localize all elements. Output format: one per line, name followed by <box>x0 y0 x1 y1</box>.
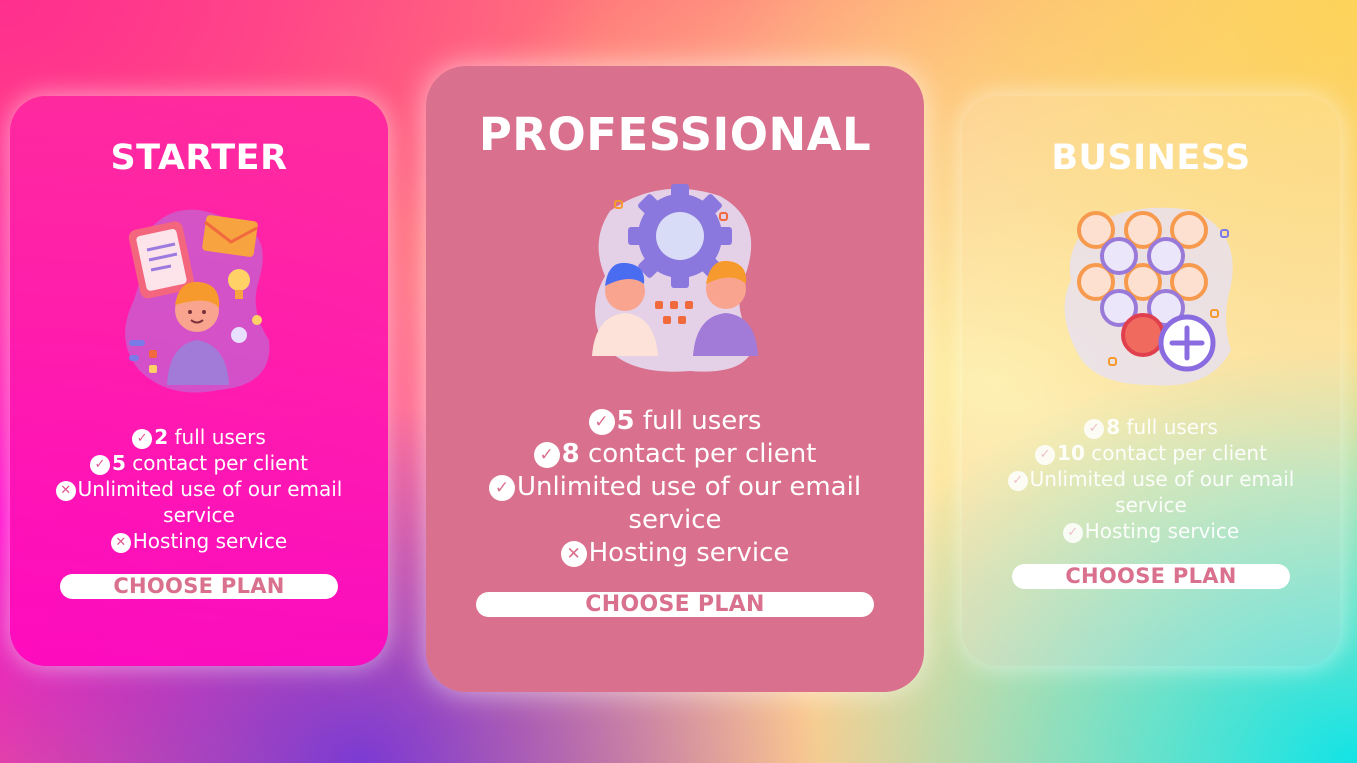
check-icon: ✓ <box>1084 419 1105 439</box>
feature-item: ✓ 2 full users <box>49 424 349 450</box>
feature-list: ✓ 8 full users ✓ 10 contact per client ✓ Un… <box>1001 414 1301 544</box>
check-icon: ✓ <box>1035 445 1056 465</box>
feature-item: ✓ Unlimited use of our email service <box>485 471 865 537</box>
cross-icon: ✕ <box>55 481 76 501</box>
feature-item: ✓ Hosting service <box>1001 518 1301 544</box>
plan-card-business: BUSINESS ✓ 8 full users ✓ 10 contact per c… <box>962 96 1340 666</box>
feature-list: ✓ 5 full users ✓ 8 contact per client ✓ Unl… <box>485 405 865 570</box>
feature-item: ✓ 8 full users <box>1001 414 1301 440</box>
user-network-add-illustration <box>1064 207 1233 386</box>
choose-plan-button[interactable]: CHOOSE PLAN <box>60 574 338 599</box>
plan-card-professional: PROFESSIONAL ✓ 5 full users ✓ 8 contact … <box>426 66 924 692</box>
plan-card-starter: STARTER ✓ 2 full users ✓ 5 contact per cli… <box>10 96 388 666</box>
feature-item: ✕ Unlimited use of our email service <box>49 476 349 528</box>
plan-title: BUSINESS <box>1051 138 1251 178</box>
plan-title: STARTER <box>110 138 288 178</box>
check-icon: ✓ <box>132 429 153 449</box>
feature-item: ✕ Hosting service <box>485 537 865 570</box>
check-icon: ✓ <box>1007 471 1028 491</box>
feature-list: ✓ 2 full users ✓ 5 contact per client ✕ Unl… <box>49 424 349 554</box>
feature-item: ✓ 8 contact per client <box>485 438 865 471</box>
choose-plan-button[interactable]: CHOOSE PLAN <box>476 592 874 617</box>
cross-icon: ✕ <box>110 533 131 553</box>
check-icon: ✓ <box>588 409 615 435</box>
check-icon: ✓ <box>90 455 110 475</box>
person-with-documents-illustration <box>125 209 270 393</box>
check-icon: ✓ <box>1062 523 1083 543</box>
feature-item: ✓ 10 contact per client <box>1001 440 1301 466</box>
plan-title: PROFESSIONAL <box>478 108 872 161</box>
feature-item: ✓ 5 contact per client <box>49 450 349 476</box>
cross-icon: ✕ <box>560 541 587 567</box>
check-icon: ✓ <box>533 442 560 468</box>
team-with-gear-illustration <box>592 184 758 372</box>
feature-item: ✓ 5 full users <box>485 405 865 438</box>
feature-item: ✕ Hosting service <box>49 528 349 554</box>
feature-item: ✓ Unlimited use of our email service <box>1001 466 1301 518</box>
choose-plan-button[interactable]: CHOOSE PLAN <box>1012 564 1290 589</box>
check-icon: ✓ <box>488 475 515 501</box>
